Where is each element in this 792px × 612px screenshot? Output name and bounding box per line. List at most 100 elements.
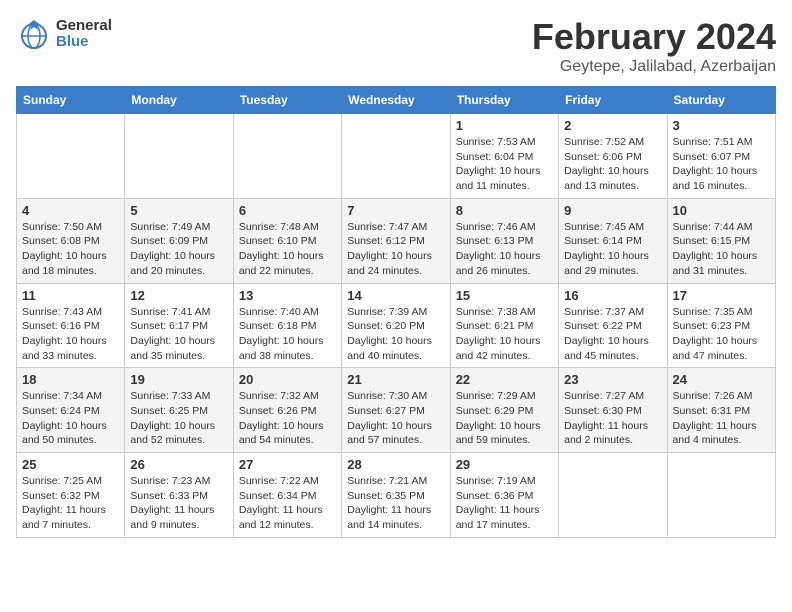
col-saturday: Saturday (667, 87, 775, 114)
calendar-cell (667, 453, 775, 538)
day-number: 10 (673, 203, 770, 218)
day-info: Sunrise: 7:39 AM Sunset: 6:20 PM Dayligh… (347, 305, 444, 364)
logo-blue: Blue (56, 34, 112, 51)
calendar-cell: 10 Sunrise: 7:44 AM Sunset: 6:15 PM Dayli… (667, 198, 775, 283)
calendar-cell: 5 Sunrise: 7:49 AM Sunset: 6:09 PM Daylig… (125, 198, 233, 283)
day-number: 6 (239, 203, 336, 218)
day-number: 1 (456, 118, 553, 133)
day-info: Sunrise: 7:45 AM Sunset: 6:14 PM Dayligh… (564, 220, 661, 279)
day-info: Sunrise: 7:49 AM Sunset: 6:09 PM Dayligh… (130, 220, 227, 279)
day-info: Sunrise: 7:21 AM Sunset: 6:35 PM Dayligh… (347, 474, 444, 533)
col-monday: Monday (125, 87, 233, 114)
calendar-cell: 11 Sunrise: 7:43 AM Sunset: 6:16 PM Dayli… (17, 283, 125, 368)
calendar-cell: 24 Sunrise: 7:26 AM Sunset: 6:31 PM Dayli… (667, 368, 775, 453)
day-info: Sunrise: 7:25 AM Sunset: 6:32 PM Dayligh… (22, 474, 119, 533)
calendar-cell: 22Sunrise: 7:29 AM Sunset: 6:29 PM Dayli… (450, 368, 558, 453)
day-info: Sunrise: 7:22 AM Sunset: 6:34 PM Dayligh… (239, 474, 336, 533)
calendar-cell: 29 Sunrise: 7:19 AM Sunset: 6:36 PM Dayli… (450, 453, 558, 538)
day-info: Sunrise: 7:43 AM Sunset: 6:16 PM Dayligh… (22, 305, 119, 364)
day-info: Sunrise: 7:52 AM Sunset: 6:06 PM Dayligh… (564, 135, 661, 194)
day-number: 15 (456, 288, 553, 303)
calendar-cell: 9 Sunrise: 7:45 AM Sunset: 6:14 PM Daylig… (559, 198, 667, 283)
day-info: Sunrise: 7:32 AM Sunset: 6:26 PM Dayligh… (239, 389, 336, 448)
day-info: Sunrise: 7:44 AM Sunset: 6:15 PM Dayligh… (673, 220, 770, 279)
header: General Blue February 2024 Geytepe, Jali… (16, 16, 776, 76)
day-info: Sunrise: 7:48 AM Sunset: 6:10 PM Dayligh… (239, 220, 336, 279)
day-number: 23 (564, 372, 661, 387)
calendar-cell: 13 Sunrise: 7:40 AM Sunset: 6:18 PM Dayli… (233, 283, 341, 368)
col-sunday: Sunday (17, 87, 125, 114)
day-info: Sunrise: 7:41 AM Sunset: 6:17 PM Dayligh… (130, 305, 227, 364)
day-info: Sunrise: 7:34 AM Sunset: 6:24 PM Dayligh… (22, 389, 119, 448)
logo-icon (16, 16, 52, 52)
calendar-cell: 27 Sunrise: 7:22 AM Sunset: 6:34 PM Dayli… (233, 453, 341, 538)
day-number: 20 (239, 372, 336, 387)
day-info: Sunrise: 7:47 AM Sunset: 6:12 PM Dayligh… (347, 220, 444, 279)
col-friday: Friday (559, 87, 667, 114)
day-number: 24 (673, 372, 770, 387)
day-number: 17 (673, 288, 770, 303)
calendar-cell (559, 453, 667, 538)
day-number: 14 (347, 288, 444, 303)
calendar-row-2: 11 Sunrise: 7:43 AM Sunset: 6:16 PM Dayli… (17, 283, 776, 368)
day-number: 21 (347, 372, 444, 387)
day-number: 9 (564, 203, 661, 218)
day-number: 16 (564, 288, 661, 303)
day-info: Sunrise: 7:29 AM Sunset: 6:29 PM Dayligh… (456, 389, 553, 448)
day-info: Sunrise: 7:38 AM Sunset: 6:21 PM Dayligh… (456, 305, 553, 364)
day-number: 8 (456, 203, 553, 218)
day-number: 25 (22, 457, 119, 472)
calendar-cell (233, 114, 341, 199)
day-info: Sunrise: 7:19 AM Sunset: 6:36 PM Dayligh… (456, 474, 553, 533)
calendar-cell: 18Sunrise: 7:34 AM Sunset: 6:24 PM Dayli… (17, 368, 125, 453)
calendar-cell: 16 Sunrise: 7:37 AM Sunset: 6:22 PM Dayli… (559, 283, 667, 368)
calendar-cell: 25 Sunrise: 7:25 AM Sunset: 6:32 PM Dayli… (17, 453, 125, 538)
calendar-row-1: 4Sunrise: 7:50 AM Sunset: 6:08 PM Daylig… (17, 198, 776, 283)
day-info: Sunrise: 7:46 AM Sunset: 6:13 PM Dayligh… (456, 220, 553, 279)
day-number: 26 (130, 457, 227, 472)
day-number: 27 (239, 457, 336, 472)
calendar-table: Sunday Monday Tuesday Wednesday Thursday… (16, 86, 776, 538)
calendar-row-4: 25 Sunrise: 7:25 AM Sunset: 6:32 PM Dayli… (17, 453, 776, 538)
calendar-cell: 20 Sunrise: 7:32 AM Sunset: 6:26 PM Dayli… (233, 368, 341, 453)
calendar-cell: 2 Sunrise: 7:52 AM Sunset: 6:06 PM Daylig… (559, 114, 667, 199)
col-tuesday: Tuesday (233, 87, 341, 114)
day-number: 2 (564, 118, 661, 133)
day-info: Sunrise: 7:33 AM Sunset: 6:25 PM Dayligh… (130, 389, 227, 448)
calendar-location: Geytepe, Jalilabad, Azerbaijan (532, 58, 776, 76)
day-info: Sunrise: 7:37 AM Sunset: 6:22 PM Dayligh… (564, 305, 661, 364)
calendar-cell: 6 Sunrise: 7:48 AM Sunset: 6:10 PM Daylig… (233, 198, 341, 283)
day-info: Sunrise: 7:27 AM Sunset: 6:30 PM Dayligh… (564, 389, 661, 448)
calendar-header-row: Sunday Monday Tuesday Wednesday Thursday… (17, 87, 776, 114)
calendar-cell: 1 Sunrise: 7:53 AM Sunset: 6:04 PM Daylig… (450, 114, 558, 199)
day-number: 11 (22, 288, 119, 303)
day-info: Sunrise: 7:40 AM Sunset: 6:18 PM Dayligh… (239, 305, 336, 364)
calendar-row-0: 1 Sunrise: 7:53 AM Sunset: 6:04 PM Daylig… (17, 114, 776, 199)
day-info: Sunrise: 7:23 AM Sunset: 6:33 PM Dayligh… (130, 474, 227, 533)
calendar-cell: 15 Sunrise: 7:38 AM Sunset: 6:21 PM Dayli… (450, 283, 558, 368)
calendar-cell (17, 114, 125, 199)
calendar-row-3: 18Sunrise: 7:34 AM Sunset: 6:24 PM Dayli… (17, 368, 776, 453)
title-area: February 2024 Geytepe, Jalilabad, Azerba… (532, 16, 776, 76)
day-info: Sunrise: 7:51 AM Sunset: 6:07 PM Dayligh… (673, 135, 770, 194)
day-number: 29 (456, 457, 553, 472)
calendar-cell: 12 Sunrise: 7:41 AM Sunset: 6:17 PM Dayli… (125, 283, 233, 368)
day-number: 12 (130, 288, 227, 303)
calendar-cell: 14 Sunrise: 7:39 AM Sunset: 6:20 PM Dayli… (342, 283, 450, 368)
logo: General Blue (16, 16, 112, 52)
calendar-cell (125, 114, 233, 199)
day-info: Sunrise: 7:53 AM Sunset: 6:04 PM Dayligh… (456, 135, 553, 194)
day-number: 28 (347, 457, 444, 472)
col-wednesday: Wednesday (342, 87, 450, 114)
calendar-cell: 4Sunrise: 7:50 AM Sunset: 6:08 PM Daylig… (17, 198, 125, 283)
day-number: 7 (347, 203, 444, 218)
day-number: 13 (239, 288, 336, 303)
calendar-cell: 21Sunrise: 7:30 AM Sunset: 6:27 PM Dayli… (342, 368, 450, 453)
day-info: Sunrise: 7:26 AM Sunset: 6:31 PM Dayligh… (673, 389, 770, 448)
day-number: 19 (130, 372, 227, 387)
col-thursday: Thursday (450, 87, 558, 114)
day-info: Sunrise: 7:50 AM Sunset: 6:08 PM Dayligh… (22, 220, 119, 279)
calendar-cell: 8 Sunrise: 7:46 AM Sunset: 6:13 PM Daylig… (450, 198, 558, 283)
day-number: 3 (673, 118, 770, 133)
day-number: 5 (130, 203, 227, 218)
